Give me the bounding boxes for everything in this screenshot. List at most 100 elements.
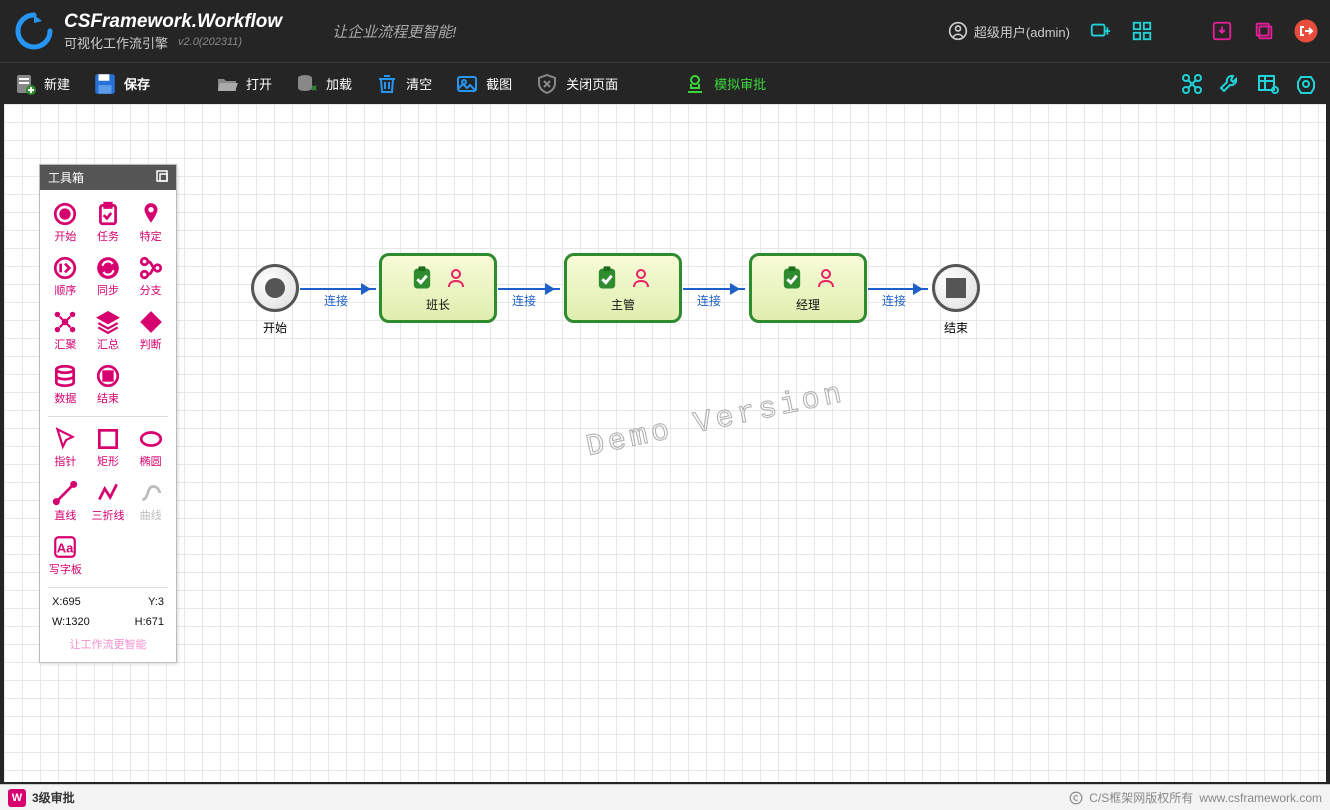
tool-branch[interactable]: 分支 <box>129 250 172 304</box>
curve-icon <box>137 479 165 507</box>
app-logo-icon <box>12 9 56 53</box>
header-tagline: 让企业流程更智能! <box>332 21 456 42</box>
tool-data[interactable]: 数据 <box>44 358 87 412</box>
toolbox-stats: X:695 Y:3 <box>44 592 172 612</box>
status-bar: W 3级审批 C/S框架网版权所有 www.csframework.com <box>0 784 1330 810</box>
user-badge[interactable]: 超级用户(admin) <box>948 21 1070 41</box>
layers-icon <box>94 308 122 336</box>
open-button[interactable]: 打开 <box>214 71 272 97</box>
clear-button[interactable]: 清空 <box>374 71 432 97</box>
edge-4-label: 连接 <box>882 292 906 309</box>
person-icon <box>629 266 653 290</box>
copyright-icon <box>1069 791 1083 805</box>
app-subtitle: 可视化工作流引擎 <box>64 33 168 52</box>
text-icon: Aa <box>51 533 79 561</box>
tool-curve[interactable]: 曲线 <box>129 475 172 529</box>
toolbox-stats-2: W:1320 H:671 <box>44 612 172 632</box>
clipboard-check-icon <box>593 264 621 292</box>
task-1-title: 班长 <box>426 296 450 313</box>
workflow-canvas[interactable]: 开始 连接 班长 连接 主管 连接 经理 <box>4 104 1326 782</box>
stop-icon <box>94 362 122 390</box>
toolbox-panel[interactable]: 工具箱 开始 任务 特定 顺序 同步 分支 汇聚 汇总 判断 数据 <box>39 164 177 663</box>
image-icon <box>454 71 480 97</box>
table-gear-icon[interactable] <box>1256 72 1280 96</box>
line-icon <box>51 479 79 507</box>
end-node[interactable] <box>932 264 980 312</box>
tool-text[interactable]: Aa写字板 <box>44 529 87 583</box>
save-icon <box>92 71 118 97</box>
grid-icon[interactable] <box>1130 19 1154 43</box>
tool-decision[interactable]: 判断 <box>129 304 172 358</box>
app-title: CSFramework.Workflow <box>64 11 282 33</box>
new-button[interactable]: 新建 <box>12 71 70 97</box>
task-3-title: 经理 <box>796 296 820 313</box>
exit-icon[interactable] <box>1294 19 1318 43</box>
chip-icon[interactable] <box>1294 72 1318 96</box>
wrench-icon[interactable] <box>1218 72 1242 96</box>
task-node-1[interactable]: 班长 <box>379 253 497 323</box>
branch-icon <box>137 254 165 282</box>
title-block: CSFramework.Workflow 可视化工作流引擎 v2.0(20231… <box>64 11 282 52</box>
import-icon[interactable] <box>1210 19 1234 43</box>
edge-4[interactable] <box>868 288 928 290</box>
stat-w: W:1320 <box>52 616 90 628</box>
toolbox-title-bar[interactable]: 工具箱 <box>40 165 176 190</box>
trash-icon <box>374 71 400 97</box>
new-file-icon <box>12 71 38 97</box>
graph-icon[interactable] <box>1180 72 1204 96</box>
task-2-title: 主管 <box>611 296 635 313</box>
workflow-badge-icon: W <box>8 789 26 807</box>
sync-icon <box>94 254 122 282</box>
watermark: Demo Version <box>583 377 848 465</box>
tool-converge[interactable]: 汇聚 <box>44 304 87 358</box>
tool-summary[interactable]: 汇总 <box>87 304 130 358</box>
database-icon <box>51 362 79 390</box>
stat-h: H:671 <box>135 616 164 628</box>
task-node-2[interactable]: 主管 <box>564 253 682 323</box>
tool-sequence[interactable]: 顺序 <box>44 250 87 304</box>
edge-2[interactable] <box>498 288 560 290</box>
start-node[interactable] <box>251 264 299 312</box>
tool-rect[interactable]: 矩形 <box>87 421 130 475</box>
main-toolbar: 新建 保存 打开 加载 清空 截图 关闭页面 模拟审批 <box>0 62 1330 104</box>
end-node-label: 结束 <box>926 319 986 336</box>
load-button[interactable]: 加载 <box>294 71 352 97</box>
task-icon <box>94 200 122 228</box>
task-node-3[interactable]: 经理 <box>749 253 867 323</box>
tool-line[interactable]: 直线 <box>44 475 87 529</box>
copy-icon[interactable] <box>1252 19 1276 43</box>
tab-label[interactable]: 3级审批 <box>32 791 75 805</box>
ellipse-icon <box>137 425 165 453</box>
tool-specific[interactable]: 特定 <box>129 196 172 250</box>
close-page-button[interactable]: 关闭页面 <box>534 71 618 97</box>
simulate-approve-button[interactable]: 模拟审批 <box>682 71 766 97</box>
toolbox-title: 工具箱 <box>48 169 84 186</box>
toolbox-expand-icon[interactable] <box>156 170 168 185</box>
database-load-icon <box>294 71 320 97</box>
tool-polyline[interactable]: 三折线 <box>87 475 130 529</box>
connect-icon[interactable] <box>1088 19 1112 43</box>
tool-pointer[interactable]: 指针 <box>44 421 87 475</box>
edge-3-label: 连接 <box>697 292 721 309</box>
tool-sync[interactable]: 同步 <box>87 250 130 304</box>
tool-task[interactable]: 任务 <box>87 196 130 250</box>
edge-1[interactable] <box>300 288 376 290</box>
screenshot-button[interactable]: 截图 <box>454 71 512 97</box>
start-icon <box>51 200 79 228</box>
clipboard-check-icon <box>778 264 806 292</box>
sequence-icon <box>51 254 79 282</box>
copyright-text: C/S框架网版权所有 <box>1089 789 1193 806</box>
copyright-url[interactable]: www.csframework.com <box>1199 791 1322 805</box>
stat-y: Y:3 <box>148 596 164 608</box>
pointer-icon <box>51 425 79 453</box>
app-version: v2.0(202311) <box>178 36 242 48</box>
edge-1-label: 连接 <box>324 292 348 309</box>
tool-ellipse[interactable]: 椭圆 <box>129 421 172 475</box>
stat-x: X:695 <box>52 596 81 608</box>
tool-end[interactable]: 结束 <box>87 358 130 412</box>
edge-3[interactable] <box>683 288 745 290</box>
pin-person-icon <box>137 200 165 228</box>
svg-text:Aa: Aa <box>57 540 74 555</box>
save-button[interactable]: 保存 <box>92 71 150 97</box>
tool-start[interactable]: 开始 <box>44 196 87 250</box>
